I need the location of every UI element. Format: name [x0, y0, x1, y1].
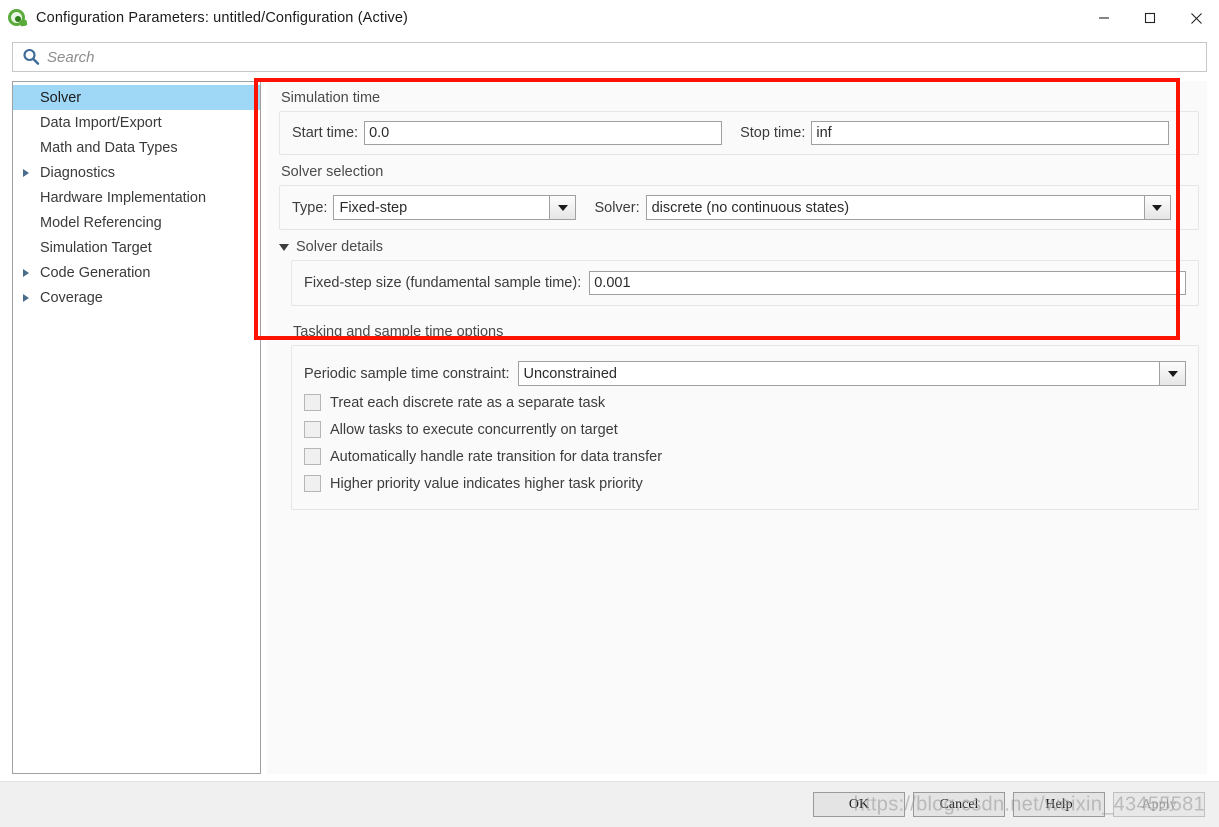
- solver-selection-panel: Type: Fixed-step Solver: discrete (no co…: [279, 185, 1199, 230]
- sidebar-item-model-referencing[interactable]: Model Referencing: [13, 210, 260, 235]
- checkbox-label: Automatically handle rate transition for…: [330, 448, 663, 465]
- configuration-parameters-window: Configuration Parameters: untitled/Confi…: [0, 0, 1219, 827]
- solver-type-dropdown[interactable]: Fixed-step: [333, 195, 577, 220]
- tasking-panel: Periodic sample time constraint: Unconst…: [291, 345, 1199, 510]
- stop-time-input[interactable]: [811, 121, 1170, 145]
- maximize-button[interactable]: [1127, 0, 1173, 36]
- simulink-icon: [7, 8, 28, 28]
- type-label: Type:: [292, 199, 328, 216]
- sidebar-item-diagnostics[interactable]: Diagnostics: [13, 160, 260, 185]
- sidebar-item-coverage[interactable]: Coverage: [13, 285, 260, 310]
- expand-arrow-icon[interactable]: [23, 293, 40, 302]
- start-time-label: Start time:: [292, 125, 359, 141]
- solver-type-value: Fixed-step: [339, 199, 408, 216]
- sidebar-item-label: Model Referencing: [40, 214, 162, 231]
- apply-button[interactable]: Apply: [1113, 792, 1205, 817]
- checkbox-row[interactable]: Automatically handle rate transition for…: [292, 443, 1198, 470]
- solver-selection-row: Type: Fixed-step Solver: discrete (no co…: [280, 186, 1198, 229]
- periodic-sample-time-constraint-dropdown[interactable]: Unconstrained: [517, 361, 1186, 386]
- solver-details-disclosure[interactable]: Solver details: [267, 230, 1207, 260]
- cancel-button[interactable]: Cancel: [913, 792, 1005, 817]
- search-icon: [23, 48, 40, 65]
- separate-task-checkbox[interactable]: [304, 394, 321, 411]
- concurrent-execution-checkbox[interactable]: [304, 421, 321, 438]
- checkbox-label: Allow tasks to execute concurrently on t…: [330, 421, 618, 438]
- chevron-down-icon[interactable]: [549, 196, 576, 219]
- sidebar-item-label: Code Generation: [40, 264, 151, 281]
- sidebar-item-label: Math and Data Types: [40, 139, 178, 156]
- sidebar-item-solver[interactable]: Solver: [13, 85, 260, 110]
- sidebar-item-label: Coverage: [40, 289, 103, 306]
- window-title: Configuration Parameters: untitled/Confi…: [36, 10, 409, 26]
- checkbox-row[interactable]: Higher priority value indicates higher t…: [292, 470, 1198, 497]
- auto-rate-transition-checkbox[interactable]: [304, 448, 321, 465]
- tasking-heading: Tasking and sample time options: [293, 324, 504, 340]
- solver-settings-pane: Simulation time Start time: Stop time: S…: [267, 81, 1207, 774]
- start-time-input[interactable]: [364, 121, 723, 145]
- solver-details-label: Solver details: [296, 239, 384, 255]
- simulation-time-row: Start time: Stop time:: [280, 112, 1198, 154]
- checkbox-label: Higher priority value indicates higher t…: [330, 475, 643, 492]
- sidebar-item-hardware-implementation[interactable]: Hardware Implementation: [13, 185, 260, 210]
- stop-time-label: Stop time:: [740, 125, 806, 141]
- settings-tree[interactable]: Solver Data Import/Export Math and Data …: [12, 81, 261, 774]
- title-bar: Configuration Parameters: untitled/Confi…: [0, 0, 1219, 36]
- solver-label: Solver:: [594, 199, 640, 216]
- chevron-down-icon: [279, 243, 289, 251]
- checkbox-label: Treat each discrete rate as a separate t…: [330, 394, 606, 411]
- expand-arrow-icon[interactable]: [23, 168, 40, 177]
- search-bar: [0, 36, 1219, 80]
- sidebar-item-label: Hardware Implementation: [40, 189, 207, 206]
- solver-value: discrete (no continuous states): [651, 199, 850, 216]
- sidebar-item-label: Solver: [40, 89, 82, 106]
- search-box[interactable]: [12, 42, 1207, 72]
- periodic-sample-time-constraint-value: Unconstrained: [523, 365, 618, 382]
- dialog-footer: OK Cancel Help Apply https://blog.csdn.n…: [0, 781, 1219, 827]
- checkbox-row[interactable]: Allow tasks to execute concurrently on t…: [292, 416, 1198, 443]
- ok-button[interactable]: OK: [813, 792, 905, 817]
- solver-selection-heading: Solver selection: [281, 164, 384, 180]
- fixed-step-size-input[interactable]: [589, 271, 1186, 295]
- dialog-body: Solver Data Import/Export Math and Data …: [0, 78, 1219, 781]
- sidebar-item-label: Diagnostics: [40, 164, 115, 181]
- sidebar-item-simulation-target[interactable]: Simulation Target: [13, 235, 260, 260]
- chevron-down-icon[interactable]: [1159, 362, 1185, 385]
- solver-details-panel: Fixed-step size (fundamental sample time…: [291, 260, 1199, 306]
- periodic-sample-time-constraint-label: Periodic sample time constraint:: [304, 365, 510, 382]
- help-button[interactable]: Help: [1013, 792, 1105, 817]
- chevron-down-icon[interactable]: [1143, 196, 1170, 219]
- sidebar-item-code-generation[interactable]: Code Generation: [13, 260, 260, 285]
- simulation-time-panel: Start time: Stop time:: [279, 111, 1199, 155]
- sidebar-item-math-and-data-types[interactable]: Math and Data Types: [13, 135, 260, 160]
- periodic-constraint-row: Periodic sample time constraint: Unconst…: [292, 352, 1198, 389]
- close-button[interactable]: [1173, 0, 1219, 36]
- minimize-button[interactable]: [1081, 0, 1127, 36]
- fixed-step-size-label: Fixed-step size (fundamental sample time…: [304, 275, 582, 291]
- search-input[interactable]: [47, 44, 1206, 70]
- expand-arrow-icon[interactable]: [23, 268, 40, 277]
- sidebar-item-label: Data Import/Export: [40, 114, 162, 131]
- window-controls: [1081, 0, 1219, 36]
- sidebar-item-data-import-export[interactable]: Data Import/Export: [13, 110, 260, 135]
- solver-dropdown[interactable]: discrete (no continuous states): [645, 195, 1171, 220]
- checkbox-row[interactable]: Treat each discrete rate as a separate t…: [292, 389, 1198, 416]
- simulation-time-heading: Simulation time: [281, 90, 381, 106]
- sidebar-item-label: Simulation Target: [40, 239, 152, 256]
- higher-priority-checkbox[interactable]: [304, 475, 321, 492]
